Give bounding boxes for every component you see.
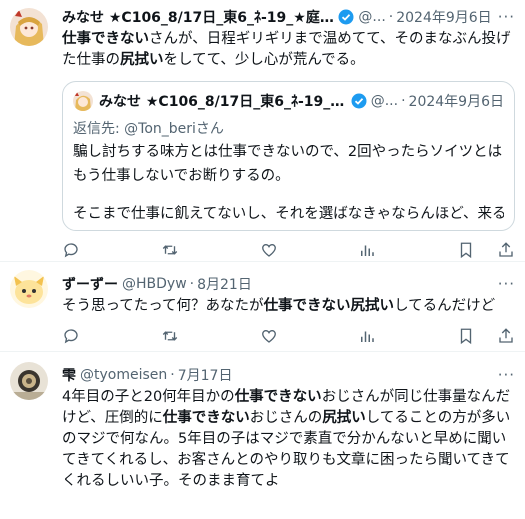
reply-icon[interactable]: [62, 327, 80, 345]
more-icon[interactable]: ···: [492, 366, 515, 384]
quote-handle: @...: [370, 93, 399, 109]
bookmark-icon[interactable]: [457, 327, 475, 345]
highlight-text: 仕事できない: [162, 410, 250, 426]
handle[interactable]: @HBDyw: [122, 276, 187, 292]
views-icon[interactable]: [358, 241, 376, 259]
quote-text: 騙し討ちする味方とは仕事できないので、2回やったらソイツとはもう仕事しないでお断…: [73, 140, 504, 226]
quote-header: みなせ ★C106_8/17日_東6_ﾈ-19_★庭付戸建★… @... · 2…: [73, 90, 504, 112]
tweet-3[interactable]: 雫 @tyomeisen · 7月17日 ··· 4年目の子と20何年目かの仕事…: [0, 352, 525, 519]
highlight-text: 尻拭い: [120, 52, 164, 68]
avatar[interactable]: [10, 8, 48, 46]
avatar[interactable]: [10, 270, 48, 308]
tweet-1[interactable]: みなせ ★C106_8/17日_東6_ﾈ-19_★庭付戸建★… @... · 2…: [0, 0, 525, 262]
tweet-text: そう思ってたって何？あなたが仕事できない尻拭いしてるんだけど: [62, 296, 515, 317]
verified-badge-icon: [351, 93, 367, 109]
retweet-icon[interactable]: [161, 241, 179, 259]
tweet-header: みなせ ★C106_8/17日_東6_ﾈ-19_★庭付戸建★… @... · 2…: [62, 6, 515, 28]
like-icon[interactable]: [260, 241, 278, 259]
action-bar: [62, 317, 515, 355]
reply-to-handle: @Ton_beriさん: [124, 121, 224, 137]
separator: ·: [401, 93, 406, 109]
text-segment: をしてて、少し心が荒んでる。: [163, 52, 365, 68]
handle[interactable]: @...: [358, 9, 385, 25]
retweet-icon[interactable]: [161, 327, 179, 345]
tweet-header: 雫 @tyomeisen · 7月17日 ···: [62, 364, 515, 386]
verified-badge-icon: [338, 9, 354, 25]
quoted-tweet[interactable]: みなせ ★C106_8/17日_東6_ﾈ-19_★庭付戸建★… @... · 2…: [62, 81, 515, 231]
separator: ·: [170, 367, 175, 383]
tweet-2[interactable]: ずーずー @HBDyw · 8月21日 ··· そう思ってたって何？あなたが仕事…: [0, 262, 525, 352]
text-segment: してるんだけど: [394, 298, 496, 314]
share-icon[interactable]: [497, 327, 515, 345]
quote-display-name: みなせ ★C106_8/17日_東6_ﾈ-19_★庭付戸建★…: [99, 94, 348, 110]
quote-avatar: [73, 91, 93, 111]
display-name[interactable]: ずーずー: [62, 274, 118, 294]
highlight-text: 仕事できない: [234, 389, 322, 405]
highlight-text: 仕事できない尻拭い: [263, 298, 395, 314]
timestamp[interactable]: 8月21日: [197, 274, 252, 294]
tweet-header: ずーずー @HBDyw · 8月21日 ···: [62, 273, 515, 295]
highlight-text: 仕事できない: [62, 31, 149, 47]
text-segment: 4年目の子と20何年目かの: [62, 389, 235, 405]
more-icon[interactable]: ···: [492, 8, 515, 26]
highlight-text: 尻拭い: [322, 410, 366, 426]
timestamp[interactable]: 2024年9月6日: [396, 7, 491, 27]
text-segment: そう思ってたって何？あなたが: [62, 298, 264, 314]
tweet-text: 4年目の子と20何年目かの仕事できないおじさんが同じ仕事量なんだけど、圧倒的に仕…: [62, 387, 515, 492]
separator: ·: [388, 9, 394, 25]
display-name[interactable]: みなせ ★C106_8/17日_東6_ﾈ-19_★庭付戸建★…: [62, 7, 335, 27]
quote-line-1: 騙し討ちする味方とは仕事できないので、2回やったらソイツとはもう仕事しないでお断…: [73, 144, 503, 184]
avatar[interactable]: [10, 362, 48, 400]
reply-to: 返信先: @Ton_beriさん: [73, 118, 504, 138]
more-icon[interactable]: ···: [492, 275, 515, 293]
reply-to-label: 返信先:: [73, 121, 120, 137]
bookmark-icon[interactable]: [457, 241, 475, 259]
like-icon[interactable]: [260, 327, 278, 345]
handle[interactable]: @tyomeisen: [80, 367, 167, 383]
timestamp[interactable]: 7月17日: [178, 365, 233, 385]
quote-timestamp: 2024年9月6日: [408, 94, 504, 110]
share-icon[interactable]: [497, 241, 515, 259]
quote-line-2: そこまで仕事に飢えてないし、それを選ばなきゃならんほど、来る仕事…: [73, 206, 504, 222]
text-segment: おじさんの: [249, 410, 323, 426]
tweet-text: 仕事できないさんが、日程ギリギリまで温めてて、そのまなぶん投げた仕事の尻拭いをし…: [62, 29, 515, 71]
reply-icon[interactable]: [62, 241, 80, 259]
display-name[interactable]: 雫: [62, 365, 76, 385]
separator: ·: [189, 276, 195, 292]
views-icon[interactable]: [358, 327, 376, 345]
